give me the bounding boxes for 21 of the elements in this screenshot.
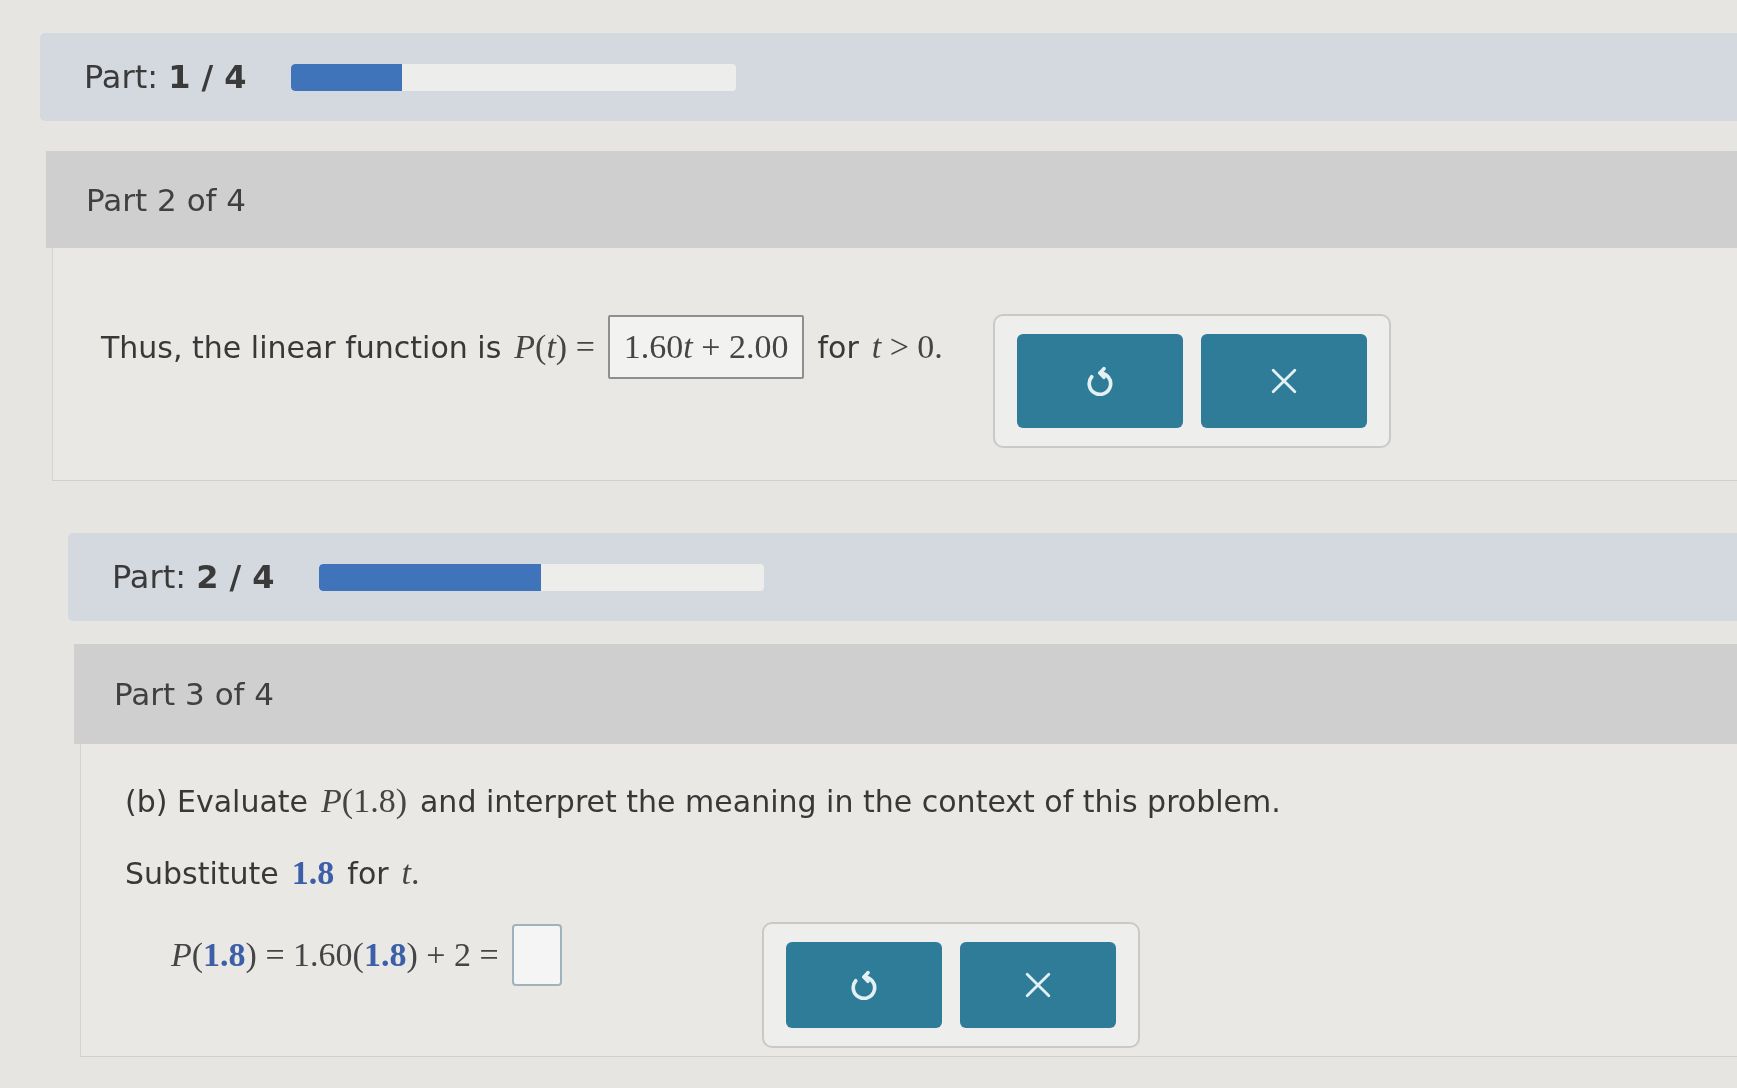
- part-counter: Part: 2 / 4: [112, 558, 275, 596]
- question-text: Substitute 1.8 for t.: [125, 854, 420, 892]
- question-text: (b) Evaluate P(1.8) and interpret the meaning in the context of this problem.: [125, 782, 1281, 820]
- part-title: Part 2 of 4: [86, 181, 247, 218]
- math-expression: P(1.8) = 1.60(1.8) + 2 =: [171, 936, 499, 974]
- undo-icon: [850, 970, 877, 1000]
- undo-icon: [1086, 366, 1113, 396]
- clear-button[interactable]: [1200, 334, 1367, 428]
- clear-button[interactable]: [959, 942, 1116, 1028]
- math-expression: t > 0.: [871, 328, 943, 366]
- part-counter: Part: 1 / 4: [84, 58, 247, 96]
- math-expression: P(t) =: [514, 328, 595, 366]
- answer-box[interactable]: [511, 924, 562, 986]
- question-text: for: [817, 329, 859, 365]
- undo-button[interactable]: [1016, 334, 1183, 428]
- undo-button[interactable]: [785, 942, 942, 1028]
- close-icon: [1024, 972, 1051, 998]
- close-icon: [1270, 368, 1297, 394]
- question-text: Thus, the linear function is: [101, 329, 502, 365]
- part-title: Part 3 of 4: [114, 676, 275, 712]
- answer-box[interactable]: 1.60t + 2.00: [607, 315, 805, 379]
